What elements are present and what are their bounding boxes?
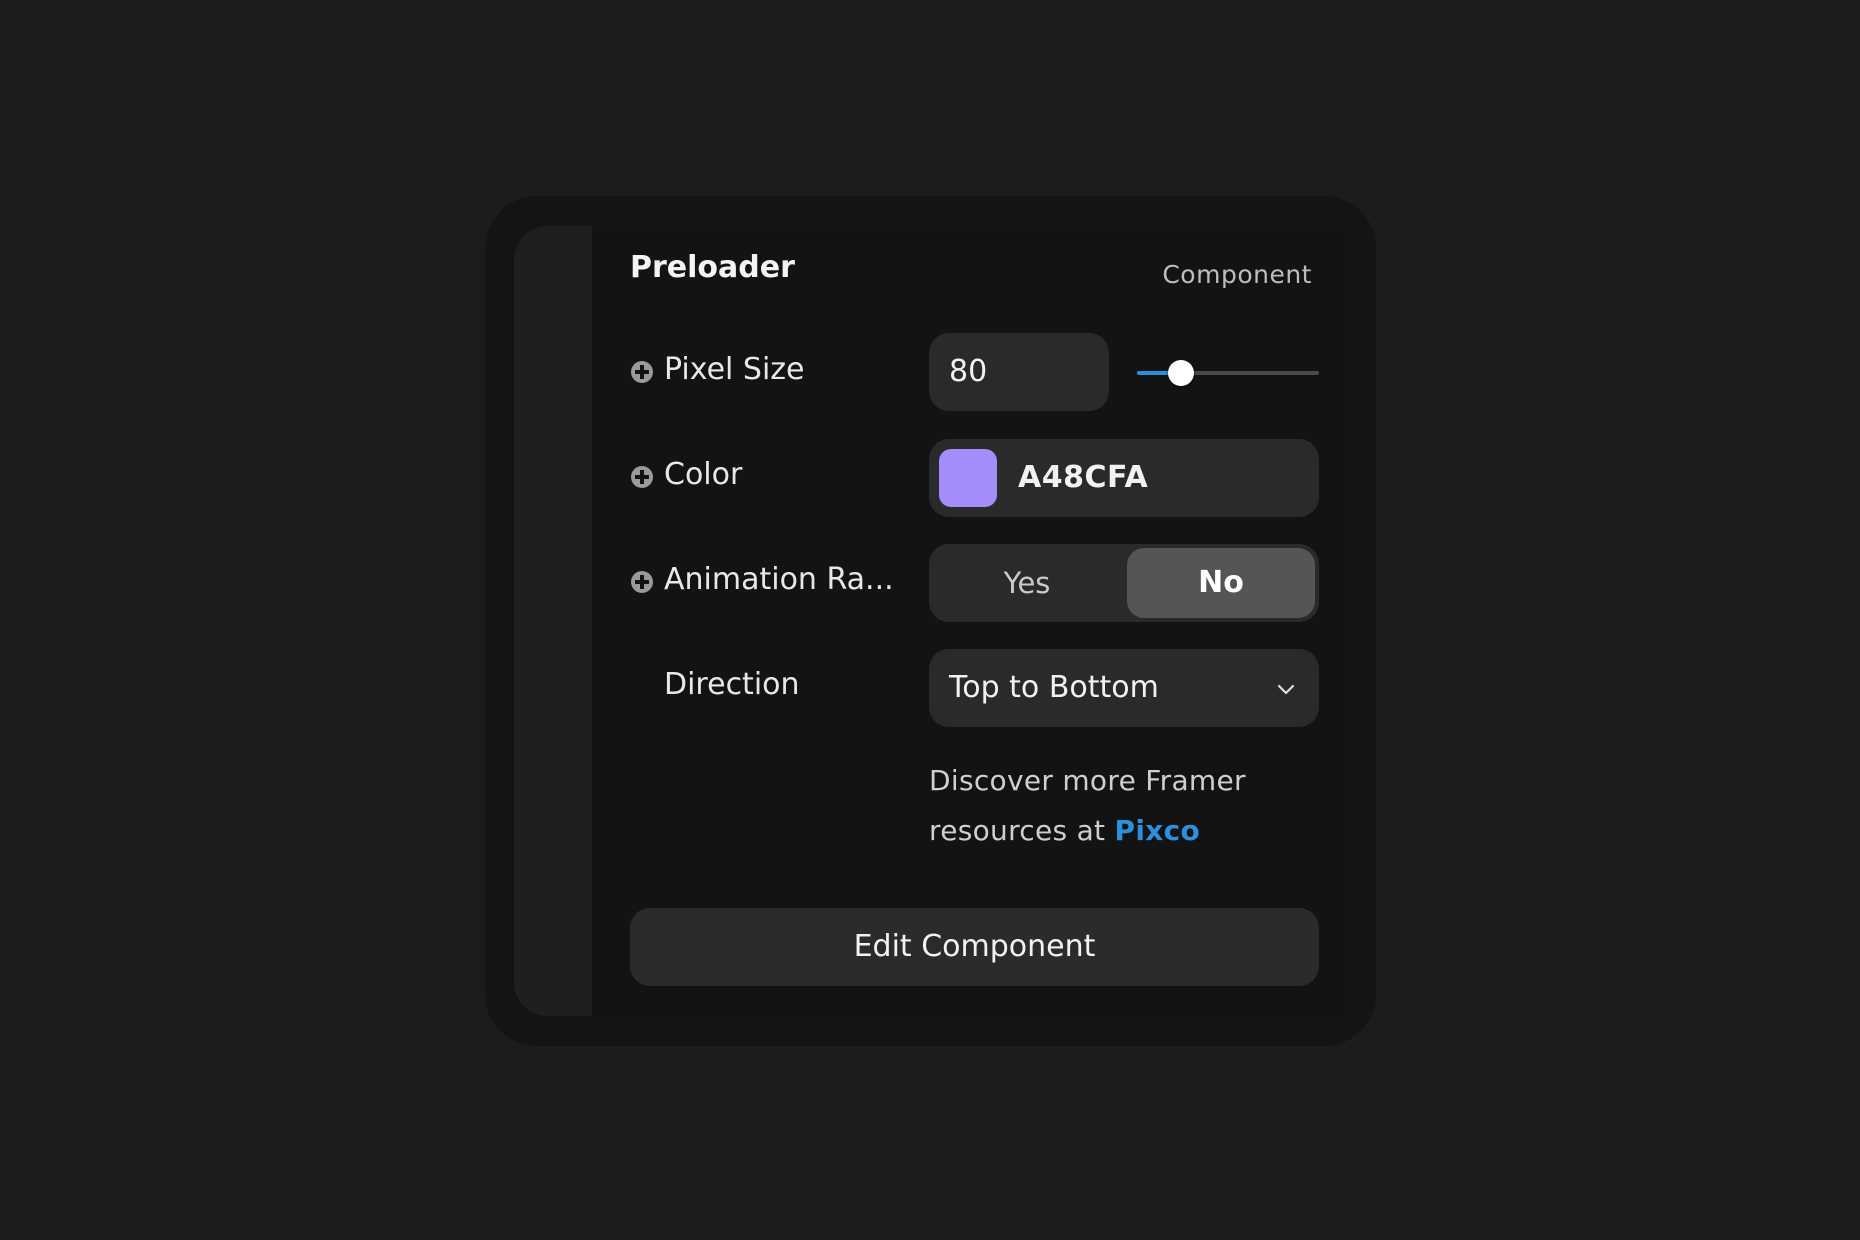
edit-component-button[interactable]: Edit Component xyxy=(630,908,1319,986)
plus-circle-icon[interactable] xyxy=(630,360,654,384)
panel-title: Preloader xyxy=(630,250,795,285)
direction-label: Direction xyxy=(664,667,800,702)
animation-toggle[interactable]: Yes No xyxy=(929,544,1319,622)
chevron-down-icon[interactable] xyxy=(1275,678,1297,700)
color-field[interactable]: A48CFA xyxy=(929,439,1319,517)
plus-circle-icon[interactable] xyxy=(630,465,654,489)
properties-panel: Preloader Component Pixel Size 80 Color … xyxy=(592,226,1348,1016)
color-label: Color xyxy=(664,457,743,492)
animation-option-yes[interactable]: Yes xyxy=(929,544,1125,622)
pixco-link[interactable]: Pixco xyxy=(1115,814,1201,847)
direction-select[interactable]: Top to Bottom xyxy=(929,649,1319,727)
color-hex-value[interactable]: A48CFA xyxy=(1018,439,1148,517)
pixel-size-label: Pixel Size xyxy=(664,352,805,387)
component-type-label: Component xyxy=(1162,260,1312,289)
pixel-size-input[interactable]: 80 xyxy=(929,333,1109,411)
sidebar-strip xyxy=(514,226,592,1016)
animation-option-no[interactable]: No xyxy=(1127,548,1315,618)
pixel-size-slider-thumb[interactable] xyxy=(1167,360,1194,386)
color-swatch[interactable] xyxy=(939,449,997,507)
direction-value[interactable]: Top to Bottom xyxy=(949,649,1159,727)
discover-text: Discover more Framer resources at Pixco xyxy=(929,756,1329,856)
plus-circle-icon[interactable] xyxy=(630,570,654,594)
animation-label: Animation Ra... xyxy=(664,562,894,597)
